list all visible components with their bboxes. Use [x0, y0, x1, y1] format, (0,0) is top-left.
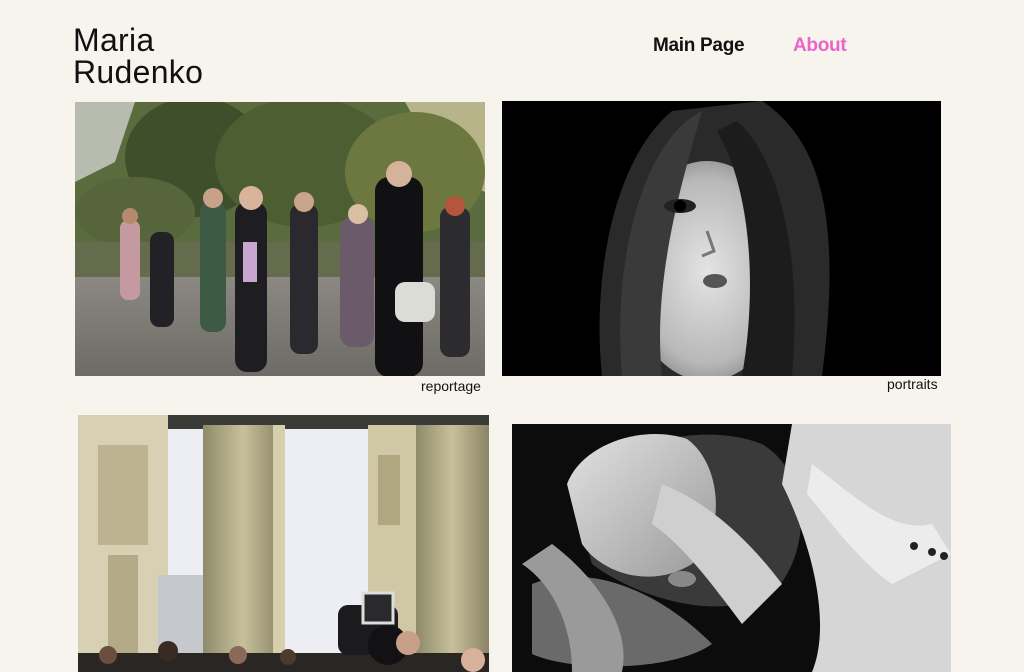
portraits-image: [502, 101, 941, 376]
lying-portrait-image: [512, 424, 951, 672]
logo-name-line2: Rudenko: [73, 54, 204, 90]
gate-photo[interactable]: [78, 415, 489, 672]
reportage-image: [75, 102, 485, 376]
nav-about[interactable]: About: [793, 35, 847, 57]
portraits-photo[interactable]: [502, 101, 941, 376]
lying-portrait-photo[interactable]: [512, 424, 951, 672]
portraits-caption[interactable]: portraits: [887, 376, 938, 392]
logo-name-line1: Maria: [73, 22, 155, 58]
page: Maria Rudenko Main Page About reportage …: [0, 0, 1024, 672]
site-logo[interactable]: Maria Rudenko: [73, 24, 203, 88]
gate-image: [78, 415, 489, 672]
reportage-caption[interactable]: reportage: [421, 378, 481, 394]
reportage-photo[interactable]: [75, 102, 485, 376]
nav-main-page[interactable]: Main Page: [653, 35, 745, 57]
